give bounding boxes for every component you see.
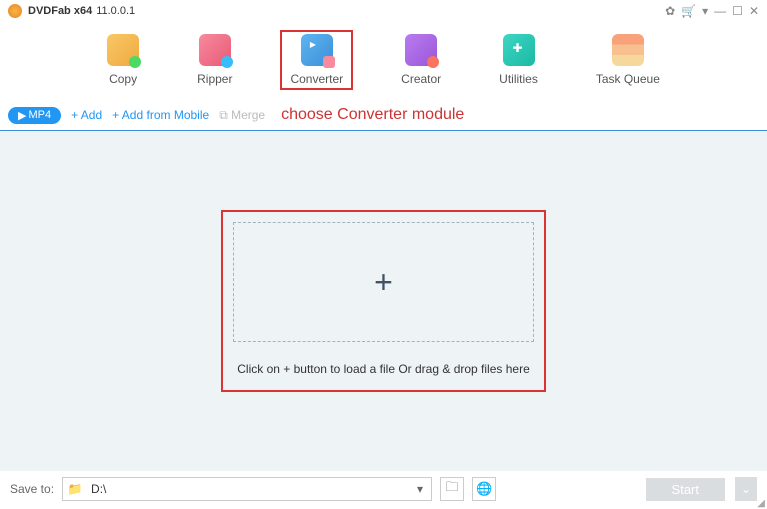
dropzone-highlight: + Click on + button to load a file Or dr… [221, 210, 546, 392]
format-badge-label: MP4 [28, 109, 51, 121]
app-version: 11.0.0.1 [96, 5, 135, 17]
play-icon: ▶ [18, 109, 26, 122]
module-nav: Copy Ripper Converter Creator Utilities … [0, 22, 767, 102]
browse-folder-button[interactable]: 🗀 [440, 477, 464, 501]
app-name: DVDFab x64 [28, 5, 92, 17]
merge-button: ⧉ Merge [219, 108, 265, 123]
copy-icon [107, 34, 139, 66]
merge-icon: ⧉ [219, 108, 231, 122]
dropzone-text: Click on + button to load a file Or drag… [233, 362, 534, 376]
plus-icon: + [374, 264, 393, 301]
main-area: + Click on + button to load a file Or dr… [0, 131, 767, 471]
window-controls: ✿ 🛒 ▾ — ☐ ✕ [665, 4, 759, 18]
titlebar: DVDFab x64 11.0.0.1 ✿ 🛒 ▾ — ☐ ✕ [0, 0, 767, 22]
maximize-icon[interactable]: ☐ [732, 4, 743, 18]
annotation-text: choose Converter module [281, 106, 464, 124]
nav-creator-label: Creator [401, 72, 441, 86]
options-icon[interactable]: ▾ [702, 4, 708, 18]
folder-icon: 📁 [63, 482, 87, 496]
converter-icon [301, 34, 333, 66]
save-to-label: Save to: [10, 482, 54, 496]
nav-task-queue-label: Task Queue [596, 72, 660, 86]
nav-copy[interactable]: Copy [97, 30, 149, 90]
ripper-icon [199, 34, 231, 66]
save-path: D:\ [87, 482, 409, 496]
dropzone[interactable]: + [233, 222, 534, 342]
merge-label: Merge [231, 108, 265, 122]
close-icon[interactable]: ✕ [749, 4, 759, 18]
add-from-mobile-button[interactable]: + Add from Mobile [112, 108, 209, 122]
nav-creator[interactable]: Creator [391, 30, 451, 90]
nav-utilities[interactable]: Utilities [489, 30, 548, 90]
utilities-icon [503, 34, 535, 66]
save-path-box[interactable]: 📁 D:\ ▾ [62, 477, 432, 501]
start-dropdown[interactable]: ⌄ [735, 477, 757, 501]
task-queue-icon [612, 34, 644, 66]
promo-icon[interactable]: ✿ [665, 4, 675, 18]
nav-task-queue[interactable]: Task Queue [586, 30, 670, 90]
start-button[interactable]: Start [646, 478, 725, 501]
toolbar: ▶ MP4 + Add + Add from Mobile ⧉ Merge ch… [0, 102, 767, 131]
footer: Save to: 📁 D:\ ▾ 🗀 🌐 Start ⌄ [0, 477, 767, 501]
nav-converter[interactable]: Converter [280, 30, 353, 90]
add-button[interactable]: + Add [71, 108, 102, 122]
resize-grip-icon[interactable]: ◢ [757, 498, 765, 509]
nav-ripper[interactable]: Ripper [187, 30, 242, 90]
nav-ripper-label: Ripper [197, 72, 232, 86]
path-dropdown-icon[interactable]: ▾ [409, 482, 431, 496]
creator-icon [405, 34, 437, 66]
app-logo-icon [8, 4, 22, 18]
minimize-icon[interactable]: — [714, 4, 726, 18]
nav-copy-label: Copy [109, 72, 137, 86]
nav-converter-label: Converter [290, 72, 343, 86]
web-button[interactable]: 🌐 [472, 477, 496, 501]
nav-utilities-label: Utilities [499, 72, 538, 86]
cart-icon[interactable]: 🛒 [681, 4, 696, 18]
format-badge[interactable]: ▶ MP4 [8, 107, 61, 124]
